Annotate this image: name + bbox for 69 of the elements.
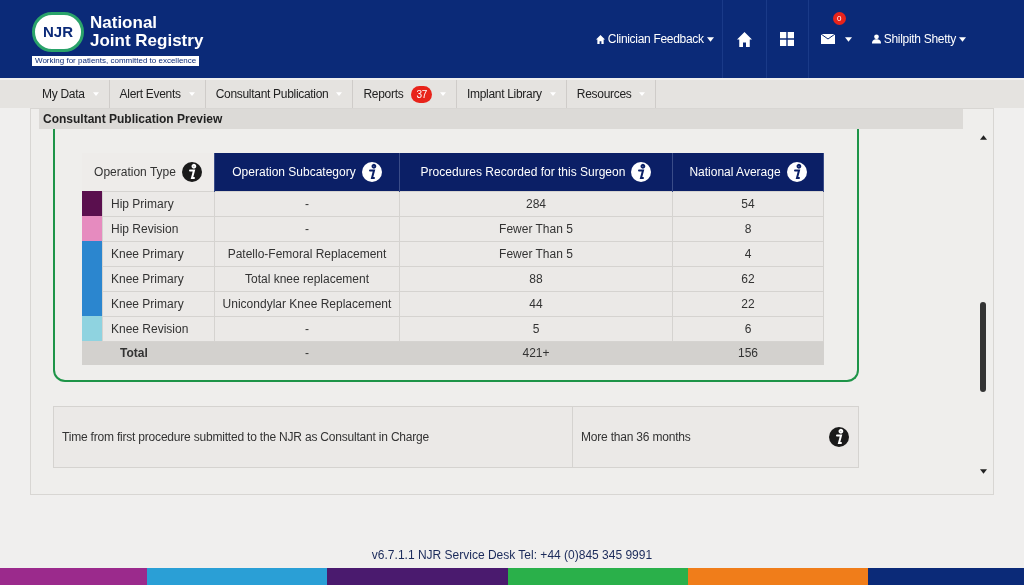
reports-count-badge: 37 [411,85,432,103]
table-cell: 421+ [399,341,673,365]
clinician-feedback-link[interactable]: Clinician Feedback [587,0,722,78]
logo-title: Joint Registry [90,32,204,50]
column-label: National Average [689,163,781,181]
table-cell: Unicondylar Knee Replacement [214,291,400,316]
message-count-badge: 0 [832,12,846,25]
table-cell: - [214,216,400,241]
messages-button[interactable]: 0 [807,0,864,78]
user-icon [871,34,881,44]
table-cell: - [214,316,400,341]
info-icon[interactable] [361,161,382,182]
table-cell: Total knee replacement [214,266,400,291]
column-label: Procedures Recorded for this Surgeon [420,163,626,181]
table-cell: - [214,191,400,216]
logo-title: National [90,14,159,32]
nav-label: Implant Library [466,86,542,103]
table-cell: 22 [672,291,824,316]
table-cell: 284 [399,191,673,216]
table-cell: Knee Revision [102,316,215,341]
caret-icon [844,36,852,42]
table-cell: 5 [399,316,673,341]
table-cell: Hip Revision [102,216,215,241]
nav-label: Consultant Publication [215,86,329,103]
user-name: Shilpith Shetty [883,31,956,48]
panel-title: Consultant Publication Preview [43,111,223,128]
home-icon [595,34,605,44]
envelope-icon [820,34,835,44]
column-label: Operation Type [94,163,176,181]
table-cell: Hip Primary [102,191,215,216]
info-icon[interactable] [829,427,849,447]
table-cell: Knee Primary [102,241,215,266]
table-cell: 156 [672,341,824,365]
table-cell: Knee Primary [102,266,215,291]
info-icon[interactable] [786,161,807,182]
info-label: Time from first procedure submitted to the NJR as Consultant in Charge [62,429,430,446]
table-cell: 54 [672,191,824,216]
table-cell: Knee Primary [102,291,215,316]
caret-icon [706,36,714,42]
nav-label: Alert Events [119,86,181,103]
clinician-feedback-label: Clinician Feedback [607,31,704,48]
logo-mark: NJR [32,12,84,52]
scroll-up-arrow[interactable] [979,135,987,140]
table-cell: 8 [672,216,824,241]
scroll-thumb[interactable] [980,302,986,392]
table-cell: 62 [672,266,824,291]
home-icon [736,31,752,47]
nav-label: My Data [42,86,85,103]
grid-icon [780,32,795,46]
caret-icon [959,36,966,42]
table-cell: - [214,341,400,365]
table-cell: Total [82,341,215,365]
logo-tagline: Working for patients, committed to excellence [32,56,200,66]
table-cell: Patello-Femoral Replacement [214,241,400,266]
column-label: Operation Subcategory [232,163,356,181]
table-cell: Fewer Than 5 [399,241,673,266]
table-cell: Fewer Than 5 [399,216,673,241]
table-cell: 88 [399,266,673,291]
footer-text: v6.7.1.1 NJR Service Desk Tel: +44 (0)845 345 9991 [371,548,653,562]
nav-label: Resources [576,86,632,103]
user-menu[interactable]: Shilpith Shetty [863,0,974,78]
info-icon[interactable] [631,161,652,182]
info-icon[interactable] [181,161,202,182]
scroll-down-arrow[interactable] [979,469,987,474]
info-value: More than 36 months [581,429,691,446]
table-cell: 6 [672,316,824,341]
nav-label: Reports [363,86,404,103]
table-cell: 44 [399,291,673,316]
table-cell: 4 [672,241,824,266]
